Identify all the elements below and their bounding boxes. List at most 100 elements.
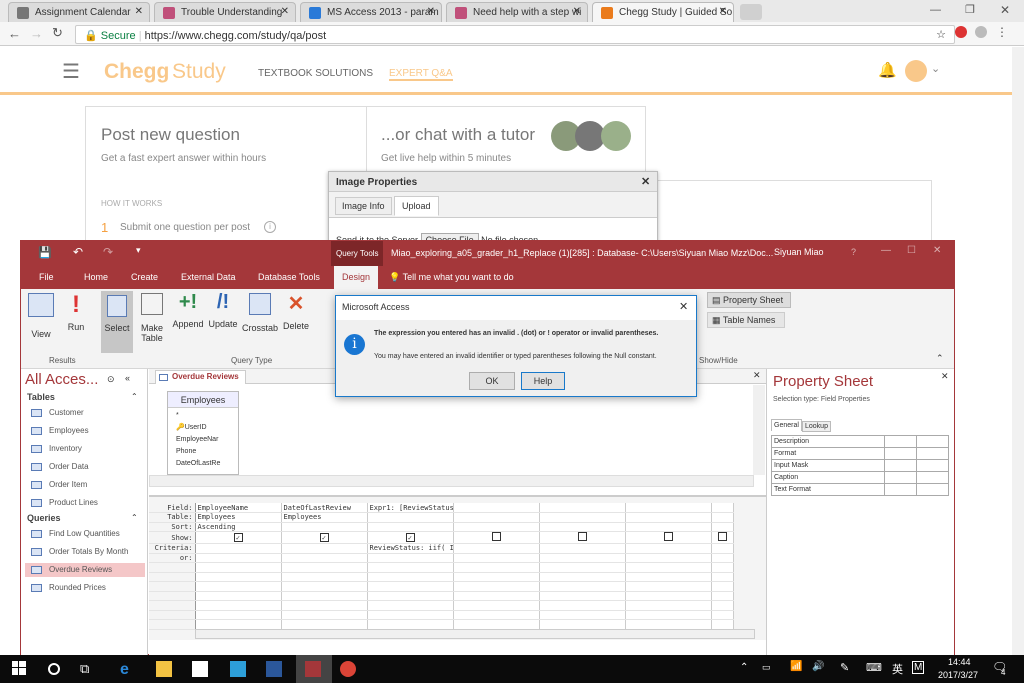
grid-cell[interactable] [711, 581, 734, 592]
grid-cell[interactable] [453, 522, 540, 532]
close-icon[interactable]: ✕ [679, 300, 688, 313]
grid-cell[interactable] [711, 619, 734, 630]
edge-icon[interactable]: e [120, 661, 136, 678]
property-row[interactable]: Caption [771, 471, 949, 484]
grid-cell[interactable] [539, 572, 626, 582]
ok-button[interactable]: OK [469, 372, 515, 390]
make-table-button[interactable]: Make Table [137, 293, 167, 343]
shutter-bar-icon[interactable]: « [125, 373, 130, 383]
grid-cell[interactable] [625, 562, 712, 573]
hamburger-menu-icon[interactable]: ☰ [62, 59, 80, 84]
tab-image-info[interactable]: Image Info [335, 197, 392, 215]
grid-cell[interactable] [625, 591, 712, 601]
grid-cell[interactable] [367, 553, 454, 563]
field-item[interactable]: * [176, 410, 238, 422]
grid-cell[interactable] [281, 553, 368, 563]
page-scrollbar[interactable] [1012, 47, 1024, 655]
clock-time[interactable]: 14:44 [948, 657, 971, 667]
avatar[interactable] [905, 60, 927, 82]
extension-icon[interactable] [955, 26, 967, 38]
cortana-icon[interactable] [48, 663, 60, 675]
grid-cell[interactable] [453, 572, 540, 582]
grid-cell[interactable] [539, 543, 626, 554]
chrome-icon[interactable] [340, 661, 356, 677]
grid-cell[interactable] [453, 581, 540, 592]
nav-table-item[interactable]: Order Data [31, 460, 143, 474]
chegg-logo[interactable]: Chegg [104, 60, 169, 84]
close-icon[interactable]: ✕ [941, 371, 949, 382]
grid-cell[interactable] [195, 581, 282, 592]
show-checkbox[interactable] [491, 532, 501, 541]
grid-cell[interactable] [625, 610, 712, 620]
qq-icon[interactable] [230, 661, 246, 677]
grid-cell[interactable]: EmployeeName [195, 503, 282, 513]
grid-cell[interactable] [367, 512, 454, 523]
grid-horizontal-scrollbar[interactable] [195, 629, 755, 639]
close-window-icon[interactable]: ✕ [1000, 3, 1010, 17]
nav-table-item[interactable]: Customer [31, 406, 143, 420]
grid-cell[interactable] [149, 572, 196, 582]
grid-cell[interactable] [195, 591, 282, 601]
grid-cell[interactable] [453, 503, 540, 513]
grid-cell[interactable]: Ascending [195, 522, 282, 532]
tab-lookup[interactable]: Lookup [802, 421, 831, 432]
volume-icon[interactable]: 🔊 [812, 661, 824, 672]
ime-mode[interactable]: M [912, 661, 925, 674]
nav-expert-qa[interactable]: EXPERT Q&A [389, 68, 453, 81]
append-button[interactable]: +! Append [171, 291, 205, 329]
nav-textbook-solutions[interactable]: TEXTBOOK SOLUTIONS [258, 68, 373, 79]
undo-icon[interactable]: ↶ [73, 245, 83, 259]
notification-bell-icon[interactable]: 🔔 [878, 61, 897, 79]
grid-cell[interactable] [453, 543, 540, 554]
grid-cell[interactable] [367, 610, 454, 620]
tab-external-data[interactable]: External Data [181, 272, 236, 282]
grid-cell[interactable] [281, 600, 368, 611]
grid-cell[interactable] [281, 562, 368, 573]
tab-database-tools[interactable]: Database Tools [258, 272, 320, 282]
property-row[interactable]: Text Format [771, 483, 949, 496]
chat-title[interactable]: ...or chat with a tutor [381, 125, 535, 145]
grid-cell[interactable] [281, 581, 368, 592]
nav-table-item[interactable]: Inventory [31, 442, 143, 456]
redo-icon[interactable]: ↷ [103, 245, 113, 259]
grid-cell[interactable] [453, 512, 540, 523]
grid-cell[interactable] [539, 553, 626, 563]
battery-icon[interactable]: ▭ [762, 662, 771, 673]
doc-tab-overdue-reviews[interactable]: Overdue Reviews [155, 370, 246, 384]
tell-me-box[interactable]: 💡 Tell me what you want to do [389, 272, 514, 283]
menu-icon[interactable]: ⋮ [996, 25, 1008, 39]
wifi-icon[interactable]: 📶 [790, 661, 802, 672]
grid-cell[interactable] [195, 553, 282, 563]
grid-cell[interactable] [367, 581, 454, 592]
vertical-scrollbar[interactable] [753, 385, 765, 475]
grid-cell[interactable] [367, 600, 454, 611]
close-icon[interactable]: ✕ [933, 245, 941, 256]
table-names-button[interactable]: ▦ Table Names [707, 312, 785, 328]
browser-tab[interactable]: Assignment Calendar ✕ [8, 2, 150, 22]
grid-cell[interactable] [625, 531, 712, 544]
grid-cell[interactable] [195, 619, 282, 630]
post-title[interactable]: Post new question [101, 125, 240, 145]
grid-cell[interactable] [149, 591, 196, 601]
nav-table-item[interactable]: Employees [31, 424, 143, 438]
windows-start-icon[interactable] [12, 661, 28, 677]
grid-cell[interactable] [195, 543, 282, 554]
access-icon[interactable] [305, 661, 321, 677]
grid-cell[interactable] [539, 619, 626, 630]
user-name[interactable]: Siyuan Miao [774, 247, 824, 257]
grid-cell[interactable] [711, 572, 734, 582]
browser-tab[interactable]: Need help with a step wi ✕ [446, 2, 588, 22]
help-button[interactable]: Help [521, 372, 565, 390]
grid-cell[interactable] [281, 543, 368, 554]
grid-cell[interactable] [711, 562, 734, 573]
minimize-icon[interactable]: — [930, 4, 941, 16]
employees-table-box[interactable]: Employees * 🔑UserID EmployeeNar Phone Da… [167, 391, 239, 475]
grid-cell[interactable] [367, 619, 454, 630]
grid-cell[interactable] [195, 562, 282, 573]
close-tab-icon[interactable]: ✕ [427, 6, 435, 17]
grid-cell[interactable] [711, 543, 734, 554]
nav-section-tables[interactable]: Tables [27, 392, 55, 402]
nav-table-item[interactable]: Order Item [31, 478, 143, 492]
collapse-ribbon-icon[interactable]: ⌃ [936, 353, 944, 364]
field-item[interactable]: 🔑UserID [176, 422, 238, 434]
